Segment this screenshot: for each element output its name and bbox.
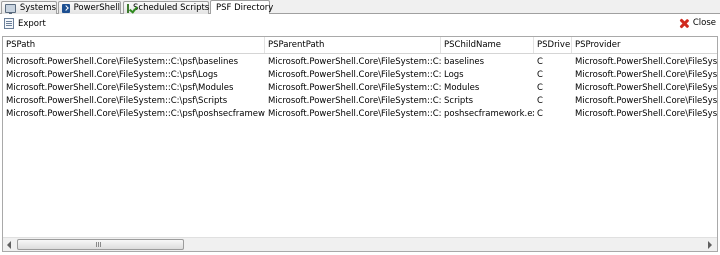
cell-psdrive: C	[537, 70, 543, 80]
cell-pspath: Microsoft.PowerShell.Core\FileSystem::C:…	[6, 70, 218, 80]
column-header-psprovider[interactable]: PSProvider	[572, 37, 717, 53]
tab-label: Systems	[19, 3, 56, 13]
cell-pschildname: Scripts	[444, 96, 474, 106]
table-row[interactable]: Microsoft.PowerShell.Core\FileSystem::C:…	[3, 82, 717, 95]
cell-pspath: Microsoft.PowerShell.Core\FileSystem::C:…	[6, 57, 239, 67]
table-row[interactable]: Microsoft.PowerShell.Core\FileSystem::C:…	[3, 95, 717, 108]
cell-pspath: Microsoft.PowerShell.Core\FileSystem::C:…	[6, 96, 228, 106]
table-row[interactable]: Microsoft.PowerShell.Core\FileSystem::C:…	[3, 108, 717, 121]
horizontal-scrollbar[interactable]	[3, 237, 717, 251]
cell-pspath: Microsoft.PowerShell.Core\FileSystem::C:…	[6, 109, 265, 119]
close-icon	[680, 19, 689, 28]
cell-psprovider: Microsoft.PowerShell.Core\FileSystem	[575, 96, 718, 106]
cell-pschildname: Modules	[444, 83, 480, 93]
tab-scheduled-scripts[interactable]: Scheduled Scripts	[123, 1, 209, 14]
tab-label: PSF Directory	[216, 2, 274, 13]
cell-pspath: Microsoft.PowerShell.Core\FileSystem::C:…	[6, 83, 234, 93]
tab-label: PowerShell	[73, 3, 120, 13]
cell-psparentpath: Microsoft.PowerShell.Core\FileSystem::C:…	[268, 109, 441, 119]
cell-pschildname: Logs	[444, 70, 464, 80]
cell-psdrive: C	[537, 83, 543, 93]
cell-psprovider: Microsoft.PowerShell.Core\FileSystem	[575, 70, 718, 80]
grid-header: PSPath PSParentPath PSChildName PSDrive …	[3, 37, 717, 54]
column-header-psparentpath[interactable]: PSParentPath	[265, 37, 441, 53]
column-header-psdrive[interactable]: PSDrive	[534, 37, 572, 53]
cell-psparentpath: Microsoft.PowerShell.Core\FileSystem::C:…	[268, 83, 441, 93]
tab-systems[interactable]: Systems	[1, 1, 57, 14]
cell-psdrive: C	[537, 96, 543, 106]
systems-icon	[5, 3, 16, 14]
cell-psprovider: Microsoft.PowerShell.Core\FileSystem	[575, 83, 718, 93]
cell-pschildname: poshsecframework.exe	[444, 109, 534, 119]
tab-bar: Systems PowerShell Scheduled Scripts PSF…	[0, 0, 720, 14]
cell-psdrive: C	[537, 57, 543, 67]
scheduled-scripts-icon	[127, 3, 129, 13]
powershell-icon	[62, 3, 70, 13]
column-header-pschildname[interactable]: PSChildName	[441, 37, 534, 53]
column-header-pspath[interactable]: PSPath	[3, 37, 265, 53]
cell-pschildname: baselines	[444, 57, 485, 67]
export-icon	[4, 18, 14, 29]
close-button[interactable]: Close	[680, 18, 716, 28]
cell-psparentpath: Microsoft.PowerShell.Core\FileSystem::C:…	[268, 96, 441, 106]
scroll-left-arrow-icon[interactable]	[3, 238, 17, 251]
cell-psprovider: Microsoft.PowerShell.Core\FileSystem	[575, 109, 718, 119]
scrollbar-thumb[interactable]	[17, 239, 184, 250]
cell-psparentpath: Microsoft.PowerShell.Core\FileSystem::C:…	[268, 57, 441, 67]
export-label: Export	[18, 18, 46, 29]
scroll-right-arrow-icon[interactable]	[703, 238, 717, 251]
cell-psprovider: Microsoft.PowerShell.Core\FileSystem	[575, 57, 718, 67]
close-label: Close	[692, 18, 716, 28]
cell-psdrive: C	[537, 109, 543, 119]
tab-powershell[interactable]: PowerShell	[58, 1, 121, 14]
cell-psparentpath: Microsoft.PowerShell.Core\FileSystem::C:…	[268, 70, 441, 80]
results-grid: PSPath PSParentPath PSChildName PSDrive …	[2, 36, 718, 252]
toolbar: Export Close	[0, 15, 720, 34]
tab-label: Scheduled Scripts	[133, 3, 210, 13]
grid-rows: Microsoft.PowerShell.Core\FileSystem::C:…	[3, 56, 717, 121]
table-row[interactable]: Microsoft.PowerShell.Core\FileSystem::C:…	[3, 69, 717, 82]
table-row[interactable]: Microsoft.PowerShell.Core\FileSystem::C:…	[3, 56, 717, 69]
export-button[interactable]: Export	[4, 18, 46, 29]
tab-psf-directory[interactable]: PSF Directory	[210, 0, 274, 14]
